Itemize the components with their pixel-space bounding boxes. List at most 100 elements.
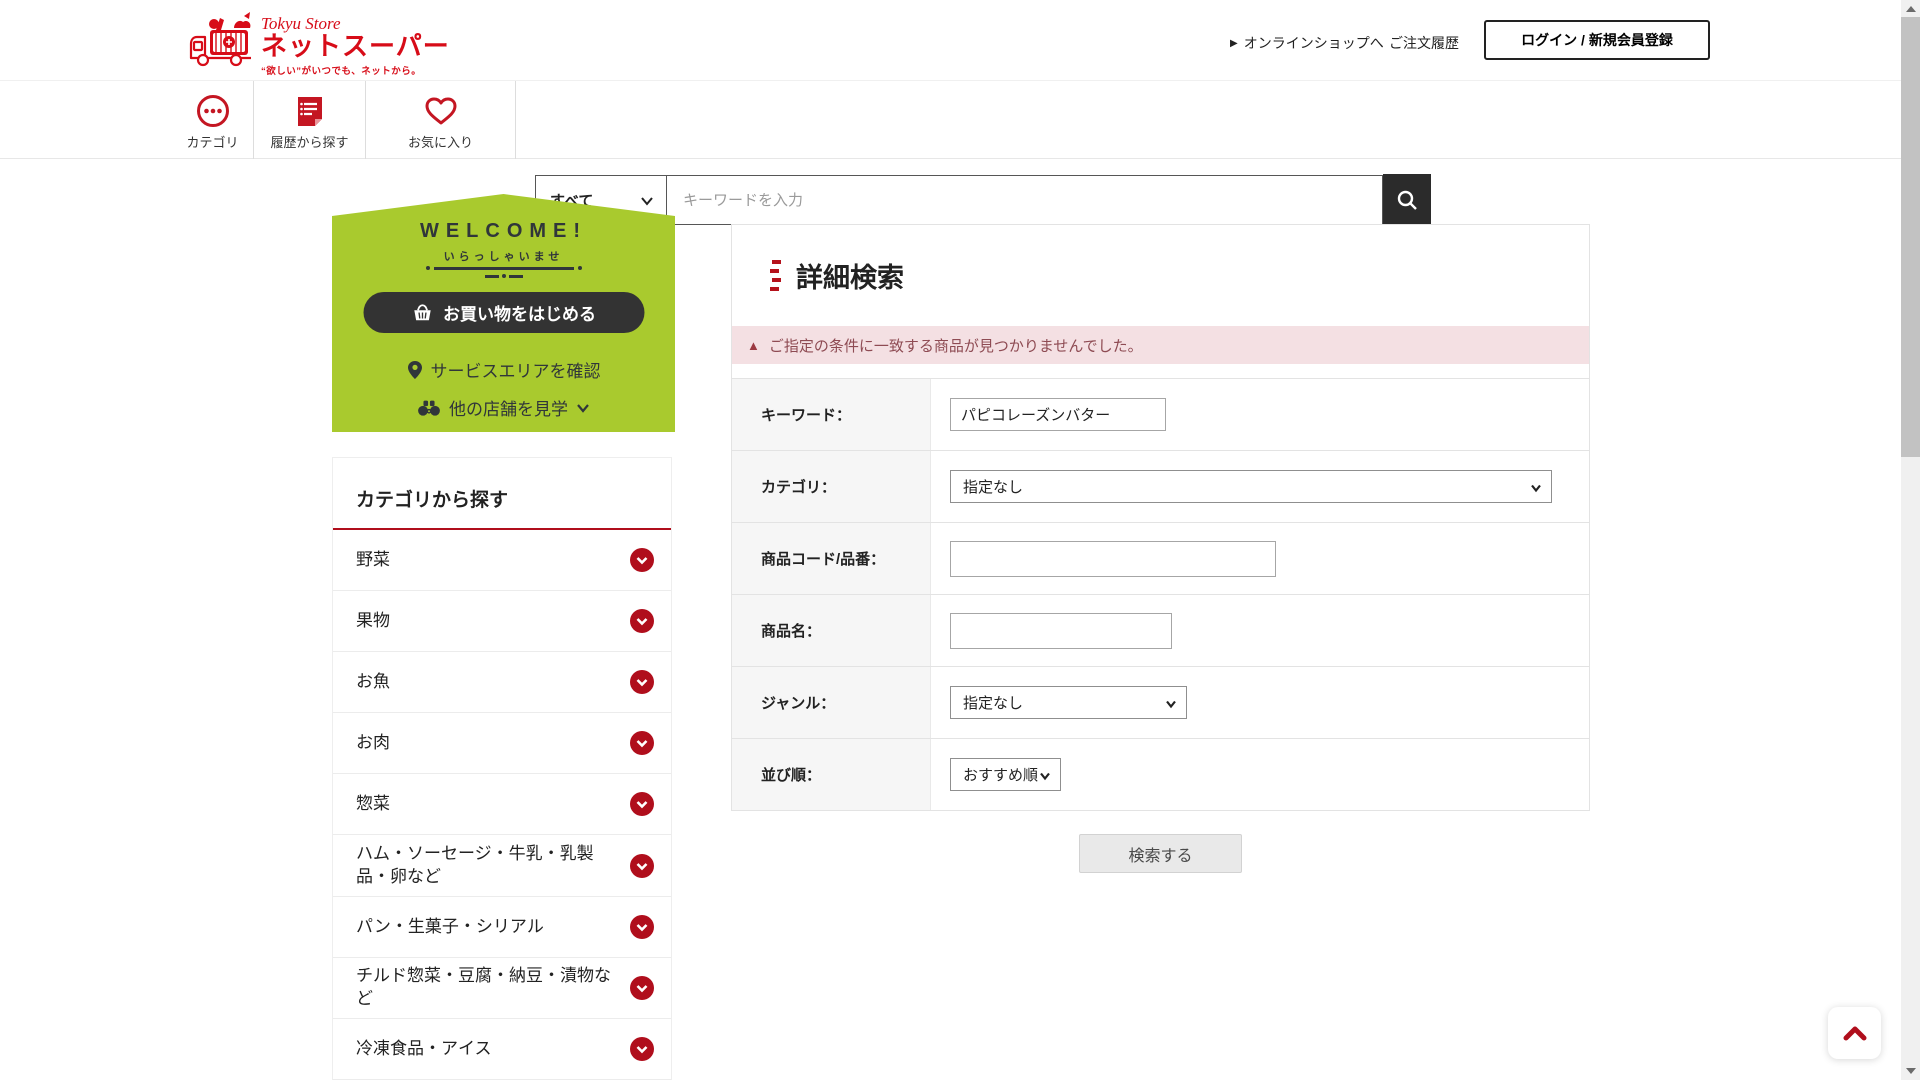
login-register-button[interactable]: ログイン / 新規会員登録 — [1484, 20, 1710, 60]
scrollbar-thumb[interactable] — [1901, 17, 1920, 457]
chevron-down-circle-icon — [630, 731, 654, 755]
logo-brand-en: Tokyu Store — [261, 14, 341, 33]
category-label: 果物 — [356, 610, 390, 630]
form-row-genre: ジャンル： 指定なし — [732, 666, 1589, 738]
binoculars-icon — [418, 400, 440, 416]
welcome-title: WELCOME! — [419, 220, 588, 242]
form-row-product-name: 商品名： — [732, 594, 1589, 666]
category-row-bread-cereal[interactable]: パン・生菓子・シリアル — [333, 897, 671, 958]
form-row-sort: 並び順： おすすめ順 — [732, 738, 1589, 810]
chevron-down-circle-icon — [630, 853, 654, 878]
scroll-to-top-button[interactable] — [1828, 1007, 1881, 1059]
chevron-down-circle-icon — [630, 609, 654, 633]
nav-item-history[interactable]: 履歴から探す — [254, 81, 366, 159]
category-sidebar-title: カテゴリから探す — [333, 458, 671, 530]
nav-item-category[interactable]: カテゴリ — [172, 81, 254, 159]
chevron-down-circle-icon — [630, 670, 654, 694]
product-code-field[interactable] — [950, 540, 1276, 577]
product-code-label: 商品コード/品番： — [732, 523, 931, 594]
magnifier-icon — [1397, 190, 1417, 210]
online-shop-link[interactable]: ▶ オンラインショップへ — [1230, 33, 1384, 53]
category-row-meat[interactable]: お肉 — [333, 713, 671, 774]
error-banner: ▲ ご指定の条件に一致する商品が見つかりませんでした。 — [732, 326, 1589, 364]
order-history-link[interactable]: ご注文履歴 — [1389, 33, 1459, 53]
triangle-bullet-icon: ▶ — [1230, 37, 1238, 49]
chevron-down-circle-icon — [630, 976, 654, 1000]
chevron-down-icon — [1040, 772, 1050, 781]
detail-search-header: 詳細検索 — [732, 225, 1589, 326]
category-label: 野菜 — [356, 549, 390, 569]
category-row-chilled-tofu[interactable]: チルド惣菜・豆腐・納豆・漬物など — [333, 958, 671, 1019]
error-message: ご指定の条件に一致する商品が見つかりませんでした。 — [768, 337, 1143, 355]
other-stores-link[interactable]: 他の店舗を見学 — [332, 395, 675, 420]
search-input[interactable] — [667, 175, 1383, 225]
welcome-divider — [425, 266, 582, 278]
category-row-fruits[interactable]: 果物 — [333, 591, 671, 652]
warning-triangle-icon: ▲ — [747, 337, 760, 353]
product-name-label: 商品名： — [732, 595, 931, 666]
chevron-down-circle-icon — [630, 548, 654, 572]
start-shopping-label: お買い物をはじめる — [443, 305, 596, 324]
logo-brand-jp: ネットスーパー — [261, 31, 450, 61]
page-scrollbar[interactable] — [1901, 0, 1920, 1080]
search-button[interactable] — [1383, 174, 1431, 226]
heart-icon — [425, 97, 456, 124]
category-row-fish[interactable]: お魚 — [333, 652, 671, 713]
chevron-down-icon — [1531, 484, 1541, 493]
genre-select[interactable]: 指定なし — [950, 686, 1187, 719]
chevron-down-circle-icon — [630, 792, 654, 816]
logo-tagline: “欲しい”がいつでも、ネットから。 — [261, 65, 422, 77]
genre-label: ジャンル： — [732, 667, 931, 738]
chevron-down-circle-icon — [630, 915, 654, 939]
chevron-down-icon — [641, 197, 653, 206]
category-row-deli[interactable]: 惣菜 — [333, 774, 671, 835]
service-area-label: サービスエリアを確認 — [430, 362, 601, 381]
category-row-vegetables[interactable]: 野菜 — [333, 530, 671, 591]
nav-item-label: お気に入り — [407, 134, 473, 150]
chevron-down-icon — [577, 403, 589, 413]
history-list-icon — [297, 96, 322, 126]
category-row-ham-dairy-eggs[interactable]: ハム・ソーセージ・牛乳・乳製品・卵など — [333, 835, 671, 897]
category-sidebar: カテゴリから探す 野菜 果物 お魚 お肉 惣菜 ハム・ソーセージ・牛乳・乳製品・… — [332, 457, 672, 1080]
search-form: キーワード： カテゴリ： 指定なし 商品コード/品番： 商 — [732, 378, 1589, 810]
form-row-product-code: 商品コード/品番： — [732, 522, 1589, 594]
form-row-category: カテゴリ： 指定なし — [732, 450, 1589, 522]
site-logo[interactable]: Tokyu Store ネットスーパー “欲しい”がいつでも、ネットから。 — [188, 6, 450, 77]
keyword-field[interactable] — [950, 398, 1166, 431]
chevron-up-icon — [1843, 1026, 1866, 1041]
welcome-subtitle: いらっしゃいませ — [443, 251, 564, 263]
sort-label: 並び順： — [732, 739, 931, 810]
login-register-label: ログイン / 新規会員登録 — [1521, 32, 1673, 48]
nav-item-label: カテゴリ — [186, 134, 239, 150]
chevron-down-circle-icon — [630, 1037, 654, 1061]
welcome-panel: WELCOME! いらっしゃいませ お買い物をはじめる サービスエリアを確認 他… — [332, 194, 675, 432]
category-label: カテゴリ： — [732, 451, 931, 522]
category-row-frozen-ice[interactable]: 冷凍食品・アイス — [333, 1019, 671, 1080]
category-label: 冷凍食品・アイス — [356, 1038, 492, 1058]
scrollbar-down-arrow[interactable] — [1905, 1068, 1916, 1074]
category-label: 惣菜 — [356, 793, 390, 813]
form-row-keyword: キーワード： — [732, 378, 1589, 450]
category-label: ハム・ソーセージ・牛乳・乳製品・卵など — [356, 843, 594, 886]
category-dots-icon — [196, 94, 229, 127]
chevron-down-icon — [1166, 700, 1176, 709]
category-label: お肉 — [356, 732, 390, 752]
category-select[interactable]: 指定なし — [950, 470, 1552, 503]
main-navbar: カテゴリ 履歴から探す お気に入り すべて — [0, 81, 1920, 226]
sort-select[interactable]: おすすめ順 — [950, 758, 1061, 791]
shopping-basket-icon — [413, 303, 431, 320]
nav-item-label: 履歴から探す — [270, 134, 349, 150]
service-area-link[interactable]: サービスエリアを確認 — [332, 357, 675, 382]
submit-search-button[interactable]: 検索する — [1079, 834, 1242, 873]
sort-select-value: おすすめ順 — [963, 767, 1039, 784]
detail-search-panel: 詳細検索 ▲ ご指定の条件に一致する商品が見つかりませんでした。 キーワード： … — [731, 224, 1590, 811]
product-name-field[interactable] — [950, 612, 1172, 649]
online-shop-label: オンラインショップへ — [1243, 35, 1384, 51]
genre-select-value: 指定なし — [963, 695, 1024, 712]
keyword-label: キーワード： — [732, 379, 931, 450]
start-shopping-button[interactable]: お買い物をはじめる — [363, 292, 644, 333]
top-header: Tokyu Store ネットスーパー “欲しい”がいつでも、ネットから。 ▶ … — [0, 0, 1920, 81]
category-label: パン・生菓子・シリアル — [356, 916, 544, 936]
nav-item-favorites[interactable]: お気に入り — [366, 81, 516, 159]
scrollbar-up-arrow[interactable] — [1905, 6, 1916, 12]
